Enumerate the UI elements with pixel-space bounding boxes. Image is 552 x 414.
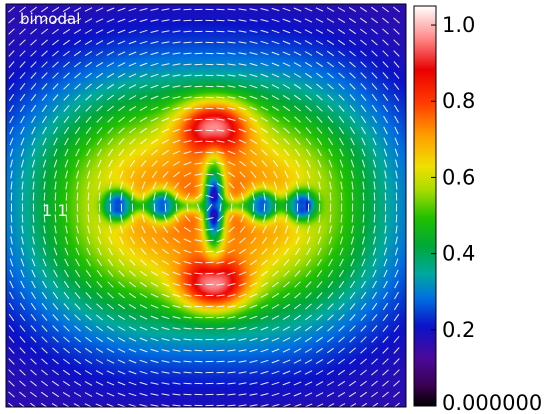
vector-segment [216, 360, 225, 363]
vector-segment [65, 192, 68, 201]
colorbar-tick-label: 0.6 [442, 165, 475, 189]
colorbar-tick-label: 0.8 [442, 89, 475, 113]
colorbar-tick-label: 0.000000 [442, 391, 542, 414]
vector-segment [175, 203, 178, 212]
vector-segment [194, 129, 203, 132]
vector-segment [395, 214, 398, 223]
panel-label: bimodal [20, 10, 80, 28]
vector-segment [384, 214, 387, 223]
vector-segment [183, 382, 192, 385]
vector-segment [194, 283, 203, 286]
colorbar-tick-label: 0.2 [442, 318, 475, 342]
vector-segment [183, 8, 192, 11]
vector-segment [183, 393, 192, 396]
vector-segment [351, 192, 354, 201]
vector-segment [194, 118, 203, 121]
inset-label: 1 1 [42, 201, 67, 220]
vector-segment [183, 404, 192, 407]
vector-segment [43, 192, 46, 201]
colorbar-tick-label: 1.0 [442, 13, 475, 37]
colorbar-ticks: 1.0 0.8 0.6 0.4 0.2 0.000000 [431, 13, 542, 414]
vector-segment [194, 107, 203, 110]
vector-segment [241, 203, 244, 212]
vector-segment [216, 63, 225, 66]
vector-segment [76, 192, 79, 201]
vector-segment [205, 162, 214, 165]
colorbar: 1.0 0.8 0.6 0.4 0.2 0.000000 [413, 5, 542, 414]
vector-segment [194, 294, 203, 297]
colorbar-gradient [413, 5, 437, 407]
chart-figure: bimodal 1 1 1.0 0.8 0.6 0.4 0.2 0.000000 [5, 3, 542, 414]
colorbar-tick-label: 0.4 [442, 242, 475, 266]
heatmap-panel: bimodal 1 1 [5, 3, 407, 409]
vector-segment [216, 19, 225, 22]
vector-segment [216, 30, 225, 33]
vector-segment [205, 239, 214, 242]
vector-segment [205, 250, 214, 253]
vector-segment [183, 19, 192, 22]
vector-segment [216, 382, 225, 385]
vector-segment [10, 214, 13, 223]
vector-segment [216, 41, 225, 44]
vector-segment [362, 192, 365, 201]
vector-segment [340, 192, 343, 201]
vector-segment [216, 349, 225, 352]
vector-segment [21, 214, 24, 223]
vector-segment [373, 192, 376, 201]
vector-segment [54, 192, 57, 201]
vector-segment [216, 52, 225, 55]
vector-segment [216, 371, 225, 374]
vector-segment [329, 192, 332, 201]
vector-segment [216, 393, 225, 396]
